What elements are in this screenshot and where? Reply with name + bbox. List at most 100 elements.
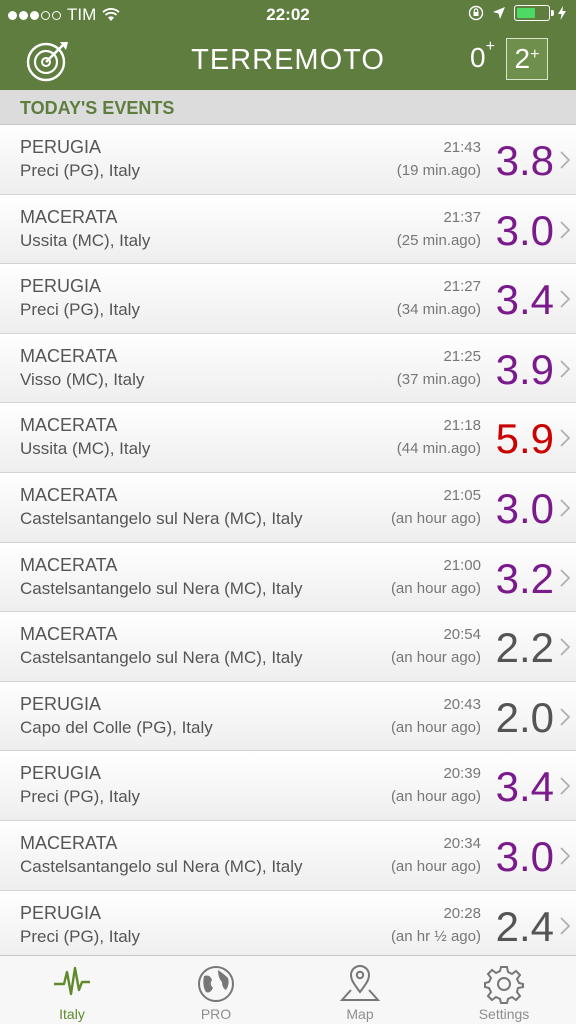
event-place: Visso (MC), Italy [20,369,145,389]
event-province: PERUGIA [20,276,102,297]
tab-label: Map [346,1006,374,1022]
event-time-ago: (an hour ago) [390,579,481,597]
event-place: Preci (PG), Italy [20,161,140,180]
event-place: Preci (PG), Italy [20,300,140,320]
event-row[interactable]: MACERATA Ussita (MC), Italy 21:18 (44 min.a… [0,403,576,473]
charging-bolt-icon [558,6,566,20]
status-bar: TIM 22:02 [0,0,576,30]
chevron-right-icon [560,708,570,726]
event-time-ago: (an hour ago) [390,857,481,875]
tab-label: Italy [59,1006,85,1022]
event-time: 21:00 [443,556,481,574]
filter-magnitude-2-button[interactable]: 2+ [506,38,548,80]
event-magnitude: 3.0 [495,484,554,532]
event-time: 20:34 [443,834,481,852]
event-row[interactable]: PERUGIA Preci (PG), Italy 20:39 (an hour ag… [0,751,576,821]
tab-label: Settings [478,1006,530,1022]
event-province: MACERATA [20,832,118,853]
event-row[interactable]: MACERATA Ussita (MC), Italy 21:37 (25 min.a… [0,194,576,265]
chevron-right-icon [560,499,570,517]
section-title: TODAY'S EVENTS [20,98,175,118]
event-place: Ussita (MC), Italy [20,230,151,250]
navigation-bar: TIM 22:02 TERREMOTO 0+ 2+ [0,0,576,90]
event-row[interactable]: MACERATA Castelsantangelo sul Nera (MC), … [0,472,576,543]
battery-icon [514,5,554,21]
gear-icon [484,966,524,1004]
event-row[interactable]: PERUGIA Capo del Colle (PG), Italy 20:43 (a… [0,681,576,752]
location-arrow-icon [493,7,505,19]
event-magnitude: 5.9 [495,415,554,463]
rotation-lock-icon [468,5,484,21]
seismograph-icon [54,966,90,996]
event-magnitude: 3.8 [495,137,554,184]
event-time-ago: (an hr ½ ago) [390,927,481,945]
event-province: PERUGIA [20,902,102,923]
event-row[interactable]: PERUGIA Preci (PG), Italy 20:28 (an hr ½ ag… [0,890,576,961]
event-row[interactable]: MACERATA Castelsantangelo sul Nera (MC), … [0,820,576,891]
event-time-ago: (an hour ago) [390,649,481,667]
event-place: Preci (PG), Italy [20,926,140,946]
tab-pro[interactable]: PRO [144,956,288,1024]
chevron-right-icon [560,638,570,656]
chevron-right-icon [560,847,570,865]
event-row[interactable]: PERUGIA Preci (PG), Italy 21:27 (34 min.ago… [0,264,576,334]
event-time-ago: (an hour ago) [390,718,481,736]
event-time: 20:28 [443,904,481,922]
globe-icon [198,966,234,1002]
event-magnitude: 3.0 [495,832,554,880]
chevron-right-icon [560,916,570,935]
event-province: MACERATA [20,624,118,645]
event-place: Castelsantangelo sul Nera (MC), Italy [20,508,303,528]
event-time: 20:39 [443,765,481,783]
tab-map[interactable]: Map [288,956,432,1024]
event-magnitude: 2.2 [495,624,554,672]
event-time-ago: (34 min.ago) [396,301,481,319]
event-time: 21:18 [443,417,481,435]
event-time: 20:54 [443,626,481,644]
event-row[interactable]: PERUGIA Preci (PG), Italy 21:43 (19 min.ago… [0,125,576,195]
event-province: PERUGIA [20,763,102,784]
event-time: 21:37 [443,208,481,226]
chevron-right-icon [560,290,570,308]
event-place: Castelsantangelo sul Nera (MC), Italy [20,648,303,668]
event-province: MACERATA [20,554,118,575]
section-header: TODAY'S EVENTS [0,90,576,125]
tab-label: PRO [200,1006,232,1022]
event-row[interactable]: MACERATA Castelsantangelo sul Nera (MC), … [0,542,576,613]
event-time-ago: (an hour ago) [390,509,481,527]
event-time: 21:27 [443,278,481,296]
tab-italy[interactable]: Italy [0,956,144,1024]
event-province: PERUGIA [20,137,102,157]
event-time: 21:05 [443,486,481,504]
event-time: 21:25 [443,347,481,365]
map-pin-icon [339,965,381,1001]
chevron-right-icon [560,429,570,448]
event-province: MACERATA [20,415,118,436]
event-magnitude: 3.4 [495,276,554,324]
chevron-right-icon [560,151,570,169]
event-place: Castelsantangelo sul Nera (MC), Italy [20,578,303,598]
event-time-ago: (37 min.ago) [396,370,481,388]
event-province: MACERATA [20,484,118,505]
tab-bar: Italy PRO Map Settings [0,955,576,1024]
filter-magnitude-0-button[interactable]: 0+ [470,38,495,74]
event-magnitude: 2.0 [495,693,554,741]
tab-settings[interactable]: Settings [432,956,576,1024]
event-row[interactable]: MACERATA Visso (MC), Italy 21:25 (37 min.ag… [0,333,576,404]
chevron-right-icon [560,220,570,239]
event-province: MACERATA [20,206,118,227]
event-magnitude: 3.9 [495,345,554,393]
event-province: MACERATA [20,345,118,366]
event-list: PERUGIA Preci (PG), Italy 21:43 (19 min.ago… [0,125,576,961]
chevron-right-icon [560,568,570,587]
event-place: Capo del Colle (PG), Italy [20,717,213,737]
event-province: PERUGIA [20,693,102,714]
event-time-ago: (19 min.ago) [396,162,481,179]
event-row[interactable]: MACERATA Castelsantangelo sul Nera (MC), … [0,612,576,682]
event-magnitude: 2.4 [495,902,554,950]
event-time-ago: (25 min.ago) [396,231,481,249]
event-magnitude: 3.4 [495,763,554,811]
event-place: Preci (PG), Italy [20,787,140,807]
event-time-ago: (44 min.ago) [396,440,481,458]
event-time-ago: (an hour ago) [390,788,481,806]
